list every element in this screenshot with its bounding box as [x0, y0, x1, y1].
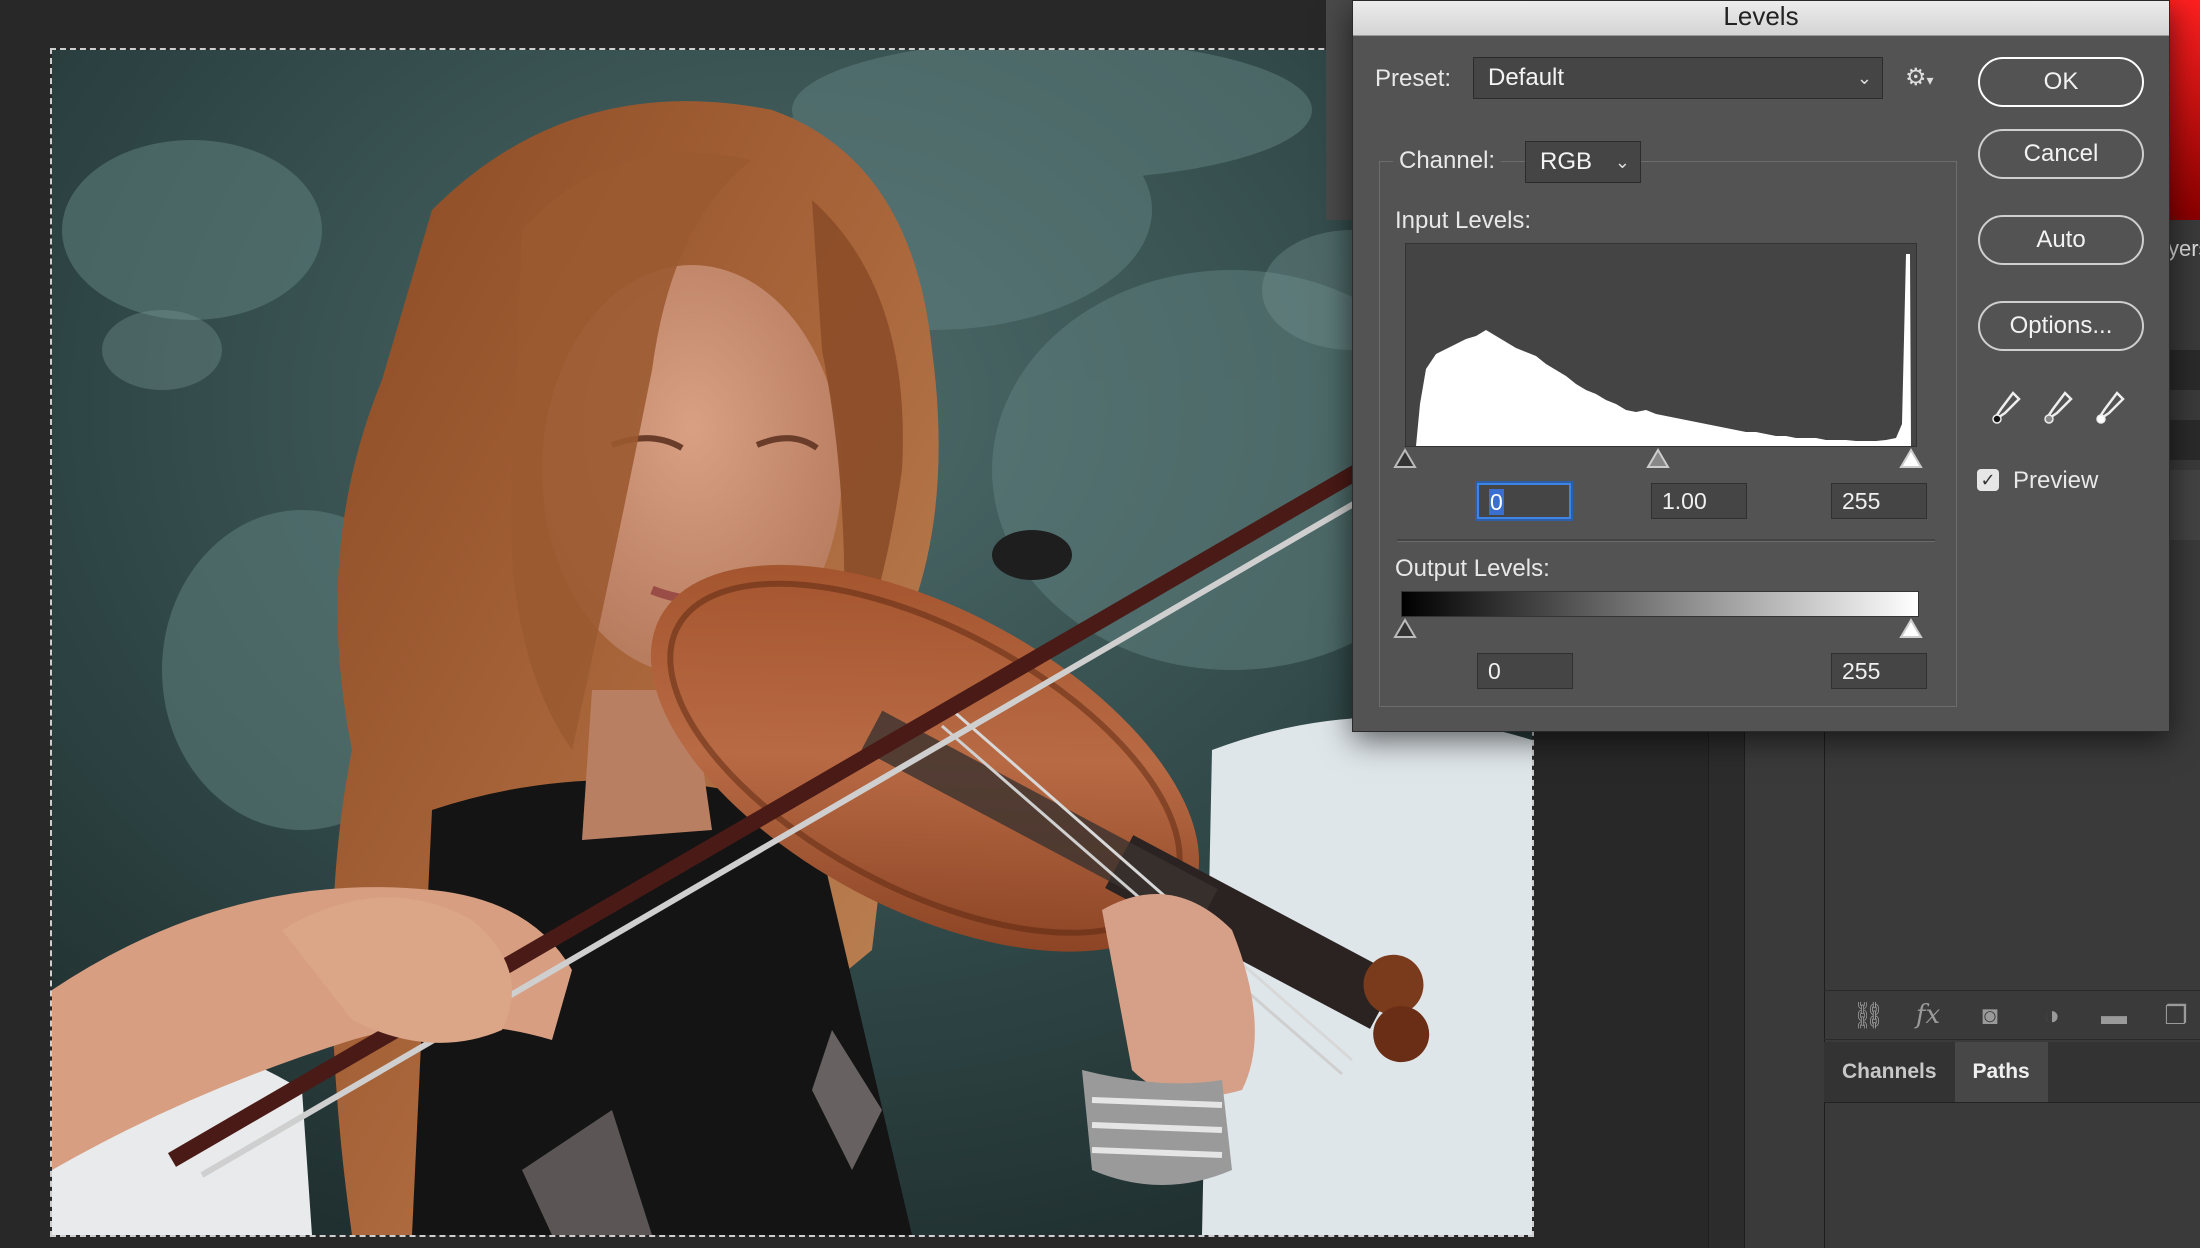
- gray-eyedropper-icon[interactable]: [2041, 389, 2077, 432]
- input-slider-track: [1393, 448, 1923, 468]
- panel-control[interactable]: [2168, 350, 2200, 390]
- tab-channels[interactable]: Channels: [1824, 1042, 1955, 1102]
- ok-button[interactable]: OK: [1978, 57, 2144, 107]
- output-black-slider[interactable]: [1393, 618, 1417, 638]
- output-gradient-bar: [1401, 591, 1919, 617]
- separator: [1397, 539, 1935, 542]
- output-white-field[interactable]: 255: [1831, 653, 1927, 689]
- chevron-down-icon: ⌄: [1614, 152, 1630, 172]
- output-levels-label: Output Levels:: [1395, 555, 1550, 582]
- tab-paths[interactable]: Paths: [1954, 1042, 2048, 1102]
- adjustment-icon[interactable]: ◑: [2038, 1000, 2066, 1031]
- levels-dialog: Levels Preset: Default ⌄ ⚙▾ OK Cancel Au…: [1352, 0, 2170, 732]
- channels-paths-tabs: Channels Paths: [1824, 1042, 2200, 1103]
- black-eyedropper-icon[interactable]: [1989, 389, 2025, 432]
- histogram-graph: [1416, 254, 1911, 446]
- options-button[interactable]: Options...: [1978, 301, 2144, 351]
- input-white-field[interactable]: 255: [1831, 483, 1927, 519]
- output-white-slider[interactable]: [1899, 618, 1923, 638]
- channel-label: Channel:: [1393, 147, 1502, 175]
- auto-button[interactable]: Auto: [1978, 215, 2144, 265]
- layers-tab-label[interactable]: yers: [2168, 236, 2200, 296]
- folder-icon[interactable]: ▬: [2100, 1000, 2128, 1031]
- channel-dropdown[interactable]: RGB ⌄: [1525, 141, 1641, 183]
- cancel-button[interactable]: Cancel: [1978, 129, 2144, 179]
- input-white-slider[interactable]: [1899, 448, 1923, 468]
- new-layer-icon[interactable]: ❐: [2162, 1000, 2190, 1031]
- violinist-photo: [52, 50, 1532, 1235]
- histogram: [1405, 243, 1917, 447]
- input-levels-label: Input Levels:: [1395, 207, 1532, 234]
- color-panel[interactable]: [2168, 0, 2200, 220]
- input-gamma-slider[interactable]: [1646, 448, 1670, 468]
- preset-dropdown[interactable]: Default ⌄: [1473, 57, 1883, 99]
- gear-icon[interactable]: ⚙▾: [1905, 63, 1934, 92]
- layers-footer-toolbar: ⛓ fx ◙ ◑ ▬ ❐: [1824, 990, 2200, 1040]
- dialog-title: Levels: [1353, 1, 2169, 36]
- link-icon[interactable]: ⛓: [1852, 1000, 1885, 1031]
- layer-row[interactable]: [2168, 470, 2200, 540]
- channel-value: RGB: [1540, 148, 1593, 175]
- preview-checkbox[interactable]: ✓: [1977, 469, 1999, 491]
- mask-icon[interactable]: ◙: [1976, 1000, 2004, 1031]
- preset-value: Default: [1488, 64, 1565, 91]
- fx-icon[interactable]: fx: [1914, 1000, 1942, 1030]
- chevron-down-icon: ⌄: [1856, 68, 1872, 88]
- input-black-slider[interactable]: [1393, 448, 1417, 468]
- preview-label: Preview: [2013, 467, 2099, 494]
- input-black-field[interactable]: 0: [1477, 483, 1571, 519]
- output-slider-track: [1393, 618, 1923, 638]
- preset-label: Preset:: [1375, 65, 1452, 92]
- document-canvas[interactable]: [50, 48, 1534, 1237]
- input-gamma-field[interactable]: 1.00: [1651, 483, 1747, 519]
- white-eyedropper-icon[interactable]: [2093, 389, 2129, 432]
- panel-control[interactable]: [2168, 420, 2200, 460]
- output-black-field[interactable]: 0: [1477, 653, 1573, 689]
